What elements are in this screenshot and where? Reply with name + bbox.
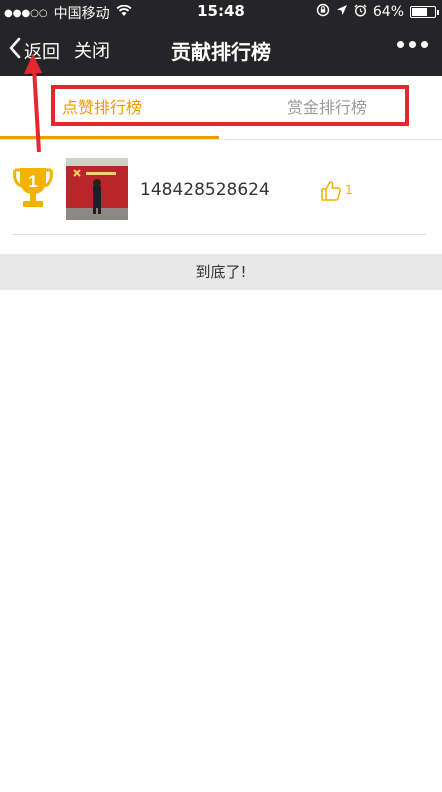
ranking-tabs: 点赞排行榜 赏金排行榜 (0, 76, 442, 140)
nav-bar: 返回 关闭 贡献排行榜 (0, 24, 442, 76)
row-divider (12, 234, 426, 235)
active-tab-indicator (0, 136, 219, 139)
avatar (66, 158, 128, 220)
rank-number: 1 (28, 172, 37, 191)
battery-percent: 64% (372, 4, 404, 20)
user-id: 148428528624 (140, 180, 270, 200)
tab-likes-ranking[interactable]: 点赞排行榜 (62, 94, 142, 118)
like-count: 1 (345, 183, 353, 197)
list-end-message: 到底了! (0, 254, 442, 290)
page: ●●●○○ 中国移动 15:48 64% 返回 关闭 贡献排行榜 点赞排行榜 赏… (0, 0, 442, 792)
page-title: 贡献排行榜 (171, 40, 271, 64)
rotation-lock-icon (316, 3, 330, 21)
trophy-icon: 1 (11, 166, 55, 216)
alarm-icon (354, 4, 367, 21)
thumbs-up-icon (320, 180, 342, 206)
like-button[interactable]: 1 (320, 180, 353, 206)
tab-bounty-ranking[interactable]: 赏金排行榜 (287, 94, 367, 118)
status-right: 64% (316, 3, 439, 21)
battery-icon (410, 6, 439, 18)
location-icon (336, 4, 348, 20)
ranking-row[interactable]: 1 148428528624 1 (0, 140, 442, 236)
status-bar: ●●●○○ 中国移动 15:48 64% (0, 0, 442, 24)
more-dots-icon[interactable] (397, 41, 428, 48)
